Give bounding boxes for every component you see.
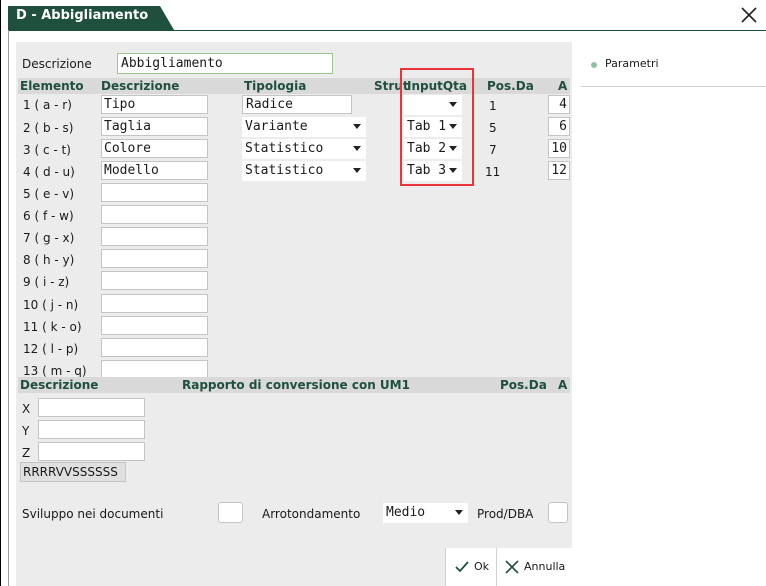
- conv-y-input[interactable]: [38, 420, 145, 439]
- header-posda: Pos.Da: [487, 79, 534, 93]
- window-frame-left: [0, 0, 1, 586]
- close-icon: [505, 560, 519, 574]
- inputqta-value: Tab 1: [407, 119, 447, 134]
- row-descr-input[interactable]: [101, 227, 208, 246]
- conv-label-x: X: [22, 402, 31, 416]
- inputqta-value: Tab 2: [407, 141, 447, 156]
- row-label: 13 ( m - q): [23, 364, 87, 378]
- ok-label: Ok: [474, 560, 490, 573]
- sviluppo-checkbox[interactable]: [218, 502, 243, 523]
- conv-header-posda: Pos.Da: [500, 378, 547, 392]
- row-label: 1 ( a - r): [23, 98, 72, 112]
- window-frame-inner: [8, 30, 9, 586]
- row-descr-input[interactable]: Colore: [101, 139, 208, 158]
- right-panel-divider: [581, 86, 766, 87]
- annulla-button[interactable]: Annulla: [496, 548, 572, 586]
- chevron-down-icon[interactable]: [449, 146, 457, 151]
- close-icon[interactable]: [740, 6, 758, 24]
- row-label: 3 ( c - t): [23, 143, 71, 157]
- row-label: 4 ( d - u): [23, 165, 75, 179]
- row-descr-input[interactable]: [101, 271, 208, 290]
- descrizione-input[interactable]: Abbigliamento: [117, 53, 333, 74]
- chevron-down-icon[interactable]: [449, 168, 457, 173]
- row-descr-input[interactable]: Modello: [101, 161, 208, 180]
- prod-checkbox[interactable]: [548, 502, 568, 523]
- tipologia-select[interactable]: Statistico: [242, 161, 366, 181]
- header-tipologia: Tipologia: [244, 79, 307, 93]
- posda-value: 1: [489, 99, 497, 113]
- tipologia-value: Statistico: [245, 141, 324, 156]
- row-label: 5 ( e - v): [23, 187, 75, 201]
- arrotondamento-value: Medio: [386, 505, 426, 520]
- window-title: D - Abbigliamento: [16, 8, 149, 23]
- arrotondamento-label: Arrotondamento: [262, 507, 361, 521]
- conv-label-y: Y: [22, 424, 30, 438]
- header-descrizione: Descrizione: [101, 79, 180, 93]
- chevron-down-icon[interactable]: [353, 124, 361, 129]
- a-input[interactable]: 12: [548, 161, 570, 180]
- ok-button[interactable]: Ok: [445, 548, 496, 586]
- conv-x-input[interactable]: [38, 398, 145, 417]
- posda-value: 11: [485, 165, 501, 179]
- parametri-link[interactable]: Parametri: [605, 57, 659, 70]
- header-a: A: [558, 79, 568, 93]
- row-descr-input[interactable]: Tipo: [101, 95, 208, 114]
- tipologia-value: Statistico: [245, 163, 324, 178]
- chevron-down-icon[interactable]: [353, 168, 361, 173]
- row-descr-input[interactable]: Taglia: [101, 117, 208, 136]
- tipologia-select[interactable]: Variante: [242, 117, 366, 137]
- prod-label: Prod/DBA: [477, 507, 534, 521]
- row-descr-input[interactable]: [101, 183, 208, 202]
- chevron-down-icon[interactable]: [455, 510, 463, 515]
- a-input[interactable]: 6: [548, 117, 570, 136]
- conv-header-descrizione: Descrizione: [20, 378, 99, 392]
- row-label: 12 ( l - p): [23, 342, 79, 356]
- inputqta-value: Tab 3: [407, 163, 447, 178]
- row-label: 7 ( g - x): [23, 231, 75, 245]
- pattern-field: RRRRVVSSSSSS: [20, 462, 126, 482]
- posda-value: 5: [489, 121, 497, 135]
- conv-header-rapporto: Rapporto di conversione con UM1: [182, 378, 410, 392]
- sviluppo-label: Sviluppo nei documenti: [22, 507, 164, 521]
- posda-value: 7: [489, 143, 497, 157]
- inputqta-select[interactable]: Tab 3: [404, 161, 462, 181]
- tipologia-select[interactable]: Statistico: [242, 139, 366, 159]
- row-descr-input[interactable]: [101, 338, 208, 357]
- inputqta-select[interactable]: [404, 95, 462, 115]
- a-input[interactable]: 10: [548, 139, 570, 158]
- descrizione-label: Descrizione: [22, 57, 92, 71]
- annulla-label: Annulla: [524, 560, 566, 573]
- inputqta-select[interactable]: Tab 1: [404, 117, 462, 137]
- row-descr-input[interactable]: [101, 205, 208, 224]
- header-elemento: Elemento: [20, 79, 84, 93]
- inputqta-select[interactable]: Tab 2: [404, 139, 462, 159]
- conv-z-input[interactable]: [38, 442, 145, 461]
- row-descr-input[interactable]: [101, 316, 208, 335]
- check-icon: [455, 561, 469, 573]
- chevron-down-icon[interactable]: [449, 102, 457, 107]
- row-label: 11 ( k - o): [23, 320, 82, 334]
- row-label: 6 ( f - w): [23, 209, 74, 223]
- row-label: 10 ( j - n): [23, 298, 79, 312]
- row-label: 2 ( b - s): [23, 121, 74, 135]
- bullet-icon: [591, 62, 597, 68]
- conv-label-z: Z: [22, 446, 31, 460]
- title-underline: [8, 30, 766, 31]
- chevron-down-icon[interactable]: [353, 146, 361, 151]
- conv-header-a: A: [558, 378, 568, 392]
- arrotondamento-select[interactable]: Medio: [383, 503, 468, 523]
- row-descr-input[interactable]: [101, 294, 208, 313]
- tipologia-field[interactable]: Radice: [242, 95, 352, 114]
- row-label: 9 ( i - z): [23, 275, 70, 289]
- tipologia-value: Variante: [245, 119, 308, 134]
- row-descr-input[interactable]: [101, 249, 208, 268]
- chevron-down-icon[interactable]: [449, 124, 457, 129]
- a-input[interactable]: 4: [548, 95, 570, 114]
- row-label: 8 ( h - y): [23, 253, 75, 267]
